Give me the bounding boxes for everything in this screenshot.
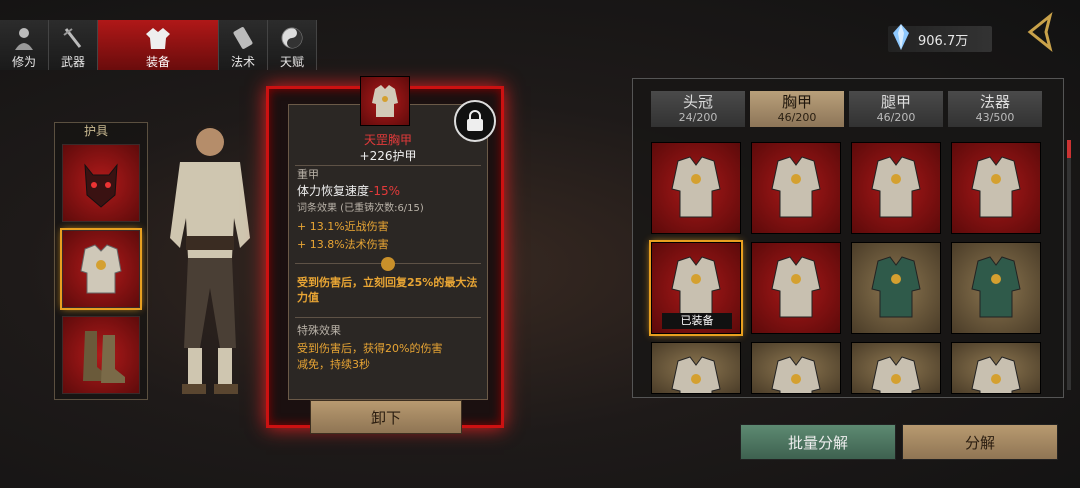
tab-label: 武器 xyxy=(60,55,85,69)
special-header: 特殊效果 xyxy=(297,324,341,337)
bust-icon xyxy=(10,25,38,51)
tab-weapon[interactable]: 武器 xyxy=(49,20,98,70)
tab-talent[interactable]: 天赋 xyxy=(268,20,317,70)
lock-button[interactable] xyxy=(454,100,496,142)
back-button[interactable] xyxy=(1020,12,1060,52)
gear-panel-label: 护具 xyxy=(83,124,108,138)
character-model xyxy=(150,118,270,418)
demon-mask-icon xyxy=(84,163,118,208)
affix-2: + 13.8%法术伤害 xyxy=(297,238,389,251)
robe-icon xyxy=(144,25,172,51)
tab-label: 法术 xyxy=(230,55,255,69)
category-tab-legs[interactable]: 腿甲 46/200 xyxy=(849,91,943,127)
currency-value: 906.7万 xyxy=(918,33,969,49)
category-tab-chest[interactable]: 胸甲 46/200 xyxy=(750,91,844,127)
tab-cultivation[interactable]: 修为 xyxy=(0,20,49,70)
affix-1: + 13.1%近战伤害 xyxy=(297,220,389,233)
special-text-line1: 受到伤害后，获得20%的伤害 xyxy=(297,342,443,355)
category-name: 腿甲 xyxy=(880,93,911,111)
item-name: 天罡胸甲 xyxy=(363,133,412,147)
tab-spells[interactable]: 法术 xyxy=(219,20,268,70)
scrollbar-track[interactable] xyxy=(1067,140,1071,390)
back-arrow-icon xyxy=(1027,12,1053,52)
inventory-item[interactable] xyxy=(851,142,941,234)
category-count: 24/200 xyxy=(678,111,718,124)
category-count: 43/500 xyxy=(975,111,1015,124)
set-bonus-text: 受到伤害后，立刻回复25%的最大法力值 xyxy=(297,276,478,304)
category-count: 46/200 xyxy=(777,111,817,124)
inventory-item[interactable] xyxy=(851,342,941,394)
inventory-item[interactable] xyxy=(751,242,841,334)
inventory-item[interactable] xyxy=(951,142,1041,234)
yinyang-icon xyxy=(278,25,306,51)
special-text-line2: 减免，持续3秒 xyxy=(297,358,370,371)
stat-name: 体力恢复速度 xyxy=(297,184,370,198)
slot-helmet[interactable] xyxy=(62,144,140,222)
crystal-icon xyxy=(892,24,910,54)
equipped-badge: 已装备 xyxy=(662,313,732,329)
tab-equipment[interactable]: 装备 xyxy=(98,20,219,70)
divider xyxy=(295,165,481,166)
inventory-item[interactable] xyxy=(651,342,741,394)
category-tab-helmet[interactable]: 头冠 24/200 xyxy=(651,91,745,127)
currency-display: 906.7万 xyxy=(888,24,992,54)
inventory-item[interactable] xyxy=(651,142,741,234)
inventory-item[interactable] xyxy=(851,242,941,334)
category-name: 胸甲 xyxy=(781,93,812,111)
category-count: 46/200 xyxy=(876,111,916,124)
batch-decompose-button[interactable]: 批量分解 xyxy=(740,424,896,460)
item-detail-card: 天罡胸甲 +226护甲 重甲 体力恢复速度-15% 词条效果 (已重铸次数:6/… xyxy=(288,104,488,400)
inventory-item[interactable] xyxy=(751,142,841,234)
set-gem-icon xyxy=(381,257,395,271)
top-tab-bar: 修为 武器 装备 法术 天赋 xyxy=(0,20,317,70)
scrollbar-thumb[interactable] xyxy=(1067,140,1071,158)
category-name: 法器 xyxy=(979,93,1010,111)
armor-type: 重甲 xyxy=(297,168,319,181)
chest-armor-icon xyxy=(80,244,122,294)
tab-label: 装备 xyxy=(145,55,170,69)
stat-line: 体力恢复速度-15% xyxy=(297,184,400,199)
tab-label: 修为 xyxy=(11,55,36,69)
tab-label: 天赋 xyxy=(279,55,304,69)
affix-header: 词条效果 (已重铸次数:6/15) xyxy=(297,203,424,214)
chest-armor-icon xyxy=(372,85,398,117)
decompose-button[interactable]: 分解 xyxy=(902,424,1058,460)
inventory-item[interactable] xyxy=(951,342,1041,394)
unequip-button[interactable]: 卸下 xyxy=(310,400,462,434)
item-icon xyxy=(360,76,410,126)
slot-boots[interactable] xyxy=(62,316,140,394)
divider xyxy=(295,317,481,318)
boots-icon xyxy=(83,331,125,383)
stat-value: -15% xyxy=(369,184,401,198)
inventory-item[interactable] xyxy=(751,342,841,394)
slot-chest[interactable] xyxy=(60,228,142,310)
category-tab-artifact[interactable]: 法器 43/500 xyxy=(948,91,1042,127)
inventory-item[interactable] xyxy=(951,242,1041,334)
category-name: 头冠 xyxy=(682,93,713,111)
inventory-item[interactable]: 已装备 xyxy=(649,240,743,336)
sword-icon xyxy=(59,25,87,51)
scroll-icon xyxy=(229,25,257,51)
lock-icon xyxy=(467,110,483,131)
item-main-stat: +226护甲 xyxy=(359,149,417,163)
